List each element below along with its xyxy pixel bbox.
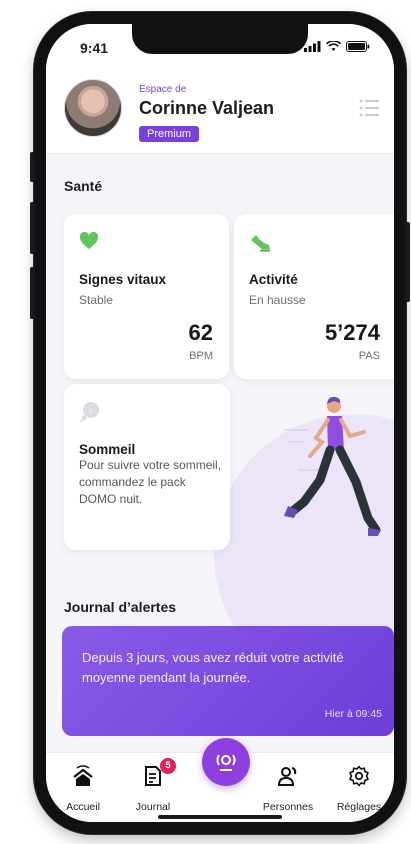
status-icons (304, 41, 370, 52)
sleep-description: Pour suivre votre sommeil, commandez le … (79, 458, 222, 506)
mute-switch (30, 152, 35, 182)
phone-frame: 9:41 Espace de Corinne Valjean Premium S… (30, 12, 410, 834)
alert-text: Depuis 3 jours, vous avez réduit votre a… (82, 650, 344, 685)
notch (132, 24, 308, 54)
volume-down-button (30, 267, 35, 319)
wifi-icon (326, 41, 341, 51)
alert-item[interactable]: Depuis 3 jours, vous avez réduit votre a… (62, 626, 394, 736)
tab-label-personnes: Personnes (262, 801, 314, 813)
status-time: 9:41 (80, 40, 109, 56)
people-icon (277, 767, 297, 786)
app-screen: 9:41 Espace de Corinne Valjean Premium S… (46, 24, 394, 822)
tab-accueil[interactable]: Accueil (48, 753, 118, 822)
tab-label-journal: Journal (135, 801, 171, 813)
activity-status: En hausse (249, 293, 306, 307)
list-menu-icon[interactable] (358, 97, 380, 119)
alarm-broadcast-icon (216, 754, 236, 771)
battery-icon (346, 41, 370, 52)
alarm-action-button[interactable] (202, 738, 250, 786)
vitals-card[interactable]: Signes vitaux Stable 62 BPM (64, 214, 229, 379)
tab-personnes[interactable]: Personnes (252, 753, 324, 822)
activity-unit: PAS (358, 350, 380, 362)
space-label: Espace de (139, 84, 187, 95)
bottom-tabbar: Accueil 5 Journal Personnes Réglages (46, 738, 394, 822)
home-icon (73, 765, 93, 786)
power-button (405, 222, 410, 302)
health-section-title: Santé (64, 178, 103, 194)
activity-value: 5’274 (324, 320, 380, 345)
activity-title: Activité (249, 272, 298, 287)
sleep-title: Sommeil (79, 442, 136, 457)
vitals-title: Signes vitaux (79, 272, 167, 287)
journal-badge: 5 (160, 758, 176, 774)
sleep-card[interactable]: z Sommeil Pour suivre votre sommeil, com… (64, 384, 230, 550)
tab-label-reglages: Réglages (336, 801, 382, 813)
premium-badge: Premium (139, 126, 200, 142)
tab-label-accueil: Accueil (66, 801, 100, 813)
vitals-status: Stable (79, 293, 114, 307)
activity-card[interactable]: Activité En hausse 5’274 PAS (234, 214, 394, 379)
home-indicator (158, 815, 282, 819)
heart-icon (79, 232, 99, 249)
alert-time: Hier à 09:45 (324, 708, 382, 720)
user-name: Corinne Valjean (139, 98, 275, 118)
sneaker-icon (251, 235, 270, 252)
gear-icon (349, 765, 369, 787)
sleep-cloud-icon: z (80, 402, 99, 422)
runner-illustration (284, 396, 381, 536)
svg-text:z: z (89, 408, 93, 415)
avatar[interactable] (64, 79, 122, 137)
vitals-value: 62 (188, 320, 213, 345)
tab-journal[interactable]: 5 Journal (118, 753, 188, 822)
tab-reglages[interactable]: Réglages (324, 753, 394, 822)
volume-up-button (30, 202, 35, 254)
alerts-section-title: Journal d’alertes (64, 599, 177, 615)
vitals-unit: BPM (189, 350, 213, 362)
signal-icon (304, 41, 321, 52)
